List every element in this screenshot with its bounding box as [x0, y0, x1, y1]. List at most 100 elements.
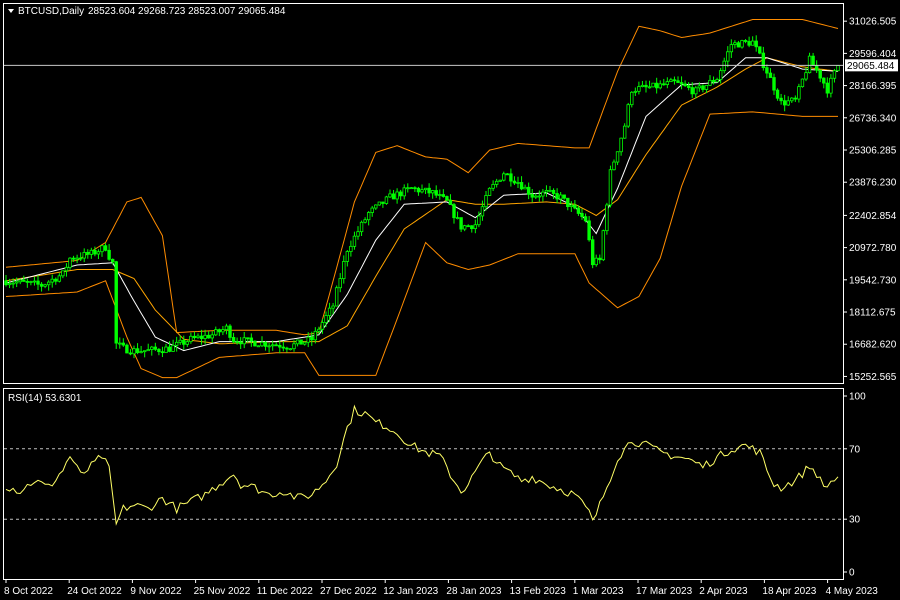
candle-body [128, 352, 133, 355]
candle-body [324, 315, 328, 323]
candle-body [477, 215, 481, 226]
candle [487, 187, 492, 196]
candle-body [800, 78, 805, 88]
candle-body [36, 280, 40, 285]
candle-body [302, 341, 307, 345]
candle-body [466, 225, 470, 228]
candle-body [754, 40, 758, 48]
candle-body [342, 261, 346, 280]
candle [758, 46, 762, 55]
time-tick-label: 27 Dec 2022 [320, 586, 377, 597]
price-tick-label: 18112.675 [849, 308, 896, 319]
candle-body [462, 225, 467, 230]
candle [590, 235, 595, 269]
candle-body [228, 325, 232, 338]
candle [114, 260, 118, 349]
candle-body [530, 193, 534, 198]
candle-body [793, 97, 798, 100]
candle-body [150, 346, 154, 350]
rsi-tick-label: 0 [849, 568, 855, 579]
time-tick-label: 12 Jan 2023 [383, 586, 438, 597]
candle [409, 187, 414, 190]
candle-body [160, 351, 165, 354]
candle-body [519, 182, 524, 190]
candle-body [498, 179, 502, 182]
candle-body [217, 329, 222, 333]
candle-body [349, 245, 353, 252]
candle-body [46, 281, 51, 286]
time-tick-label: 13 Feb 2023 [510, 586, 567, 597]
candle-body [285, 347, 289, 350]
candle-body [100, 245, 104, 253]
candle-body [185, 341, 190, 345]
candle-body [61, 270, 65, 277]
candle-body [25, 280, 30, 283]
candle-body [718, 70, 723, 80]
candle-body [526, 186, 531, 195]
candle-body [494, 180, 499, 185]
price-tick-label: 23876.230 [849, 178, 897, 189]
price-tick-label: 22402.854 [849, 211, 897, 222]
candle-body [78, 257, 83, 260]
candle-body [686, 85, 691, 88]
candle-body [132, 348, 136, 355]
candle-body [665, 81, 670, 85]
candle-body [626, 104, 630, 127]
candle-body [470, 225, 474, 230]
candle-body [366, 212, 371, 221]
candle-body [238, 341, 243, 345]
candle-body [57, 275, 62, 282]
candle-body [765, 67, 769, 74]
candle-body [605, 204, 609, 232]
candle-body [32, 280, 37, 283]
candle-body [71, 257, 76, 260]
candle-body [267, 345, 271, 348]
candle-body [715, 79, 719, 83]
candle-body [68, 257, 72, 268]
candle-body [445, 196, 449, 201]
candle-body [615, 151, 620, 163]
candle-body [651, 82, 655, 88]
candle-body [256, 345, 261, 348]
candle-body [807, 55, 812, 74]
candle-body [50, 278, 54, 283]
candle-body [118, 342, 122, 345]
candle [605, 202, 609, 235]
candle-body [281, 346, 286, 349]
candle-body [153, 346, 158, 350]
time-tick-label: 25 Nov 2022 [194, 586, 251, 597]
candle-body [679, 82, 684, 85]
candle-body [487, 187, 492, 196]
candle-body [398, 191, 403, 197]
candle [630, 91, 634, 108]
rsi-tick-label: 30 [849, 515, 861, 526]
candle-body [740, 40, 744, 48]
candle-body [363, 219, 367, 223]
time-tick-label: 18 Apr 2023 [762, 586, 816, 597]
rsi-tick-label: 70 [849, 444, 861, 455]
candle-body [441, 194, 446, 197]
candle-body [295, 339, 300, 345]
candle-body [164, 346, 168, 354]
candle-body [512, 180, 517, 184]
price-tick-label: 28166.395 [849, 81, 897, 92]
candle-body [633, 90, 638, 93]
candle-body [594, 257, 598, 266]
candle [800, 78, 805, 88]
candle-body [221, 329, 225, 333]
candle-body [381, 201, 385, 204]
candle-body [292, 343, 296, 350]
candle-body [374, 204, 378, 209]
candle-body [352, 235, 357, 247]
candle-body [206, 334, 211, 339]
candle-body [11, 282, 15, 285]
candle-body [743, 40, 748, 42]
candle [740, 39, 744, 49]
time-tick-label: 1 Mar 2023 [573, 586, 624, 597]
chart-canvas: 31026.505 29596.404 28166.395 26736.340 2530… [0, 0, 900, 600]
candle-body [779, 97, 783, 102]
candle-body [214, 329, 218, 336]
candle-body [438, 194, 442, 196]
candle-body [356, 231, 360, 237]
candle-body [7, 283, 12, 286]
